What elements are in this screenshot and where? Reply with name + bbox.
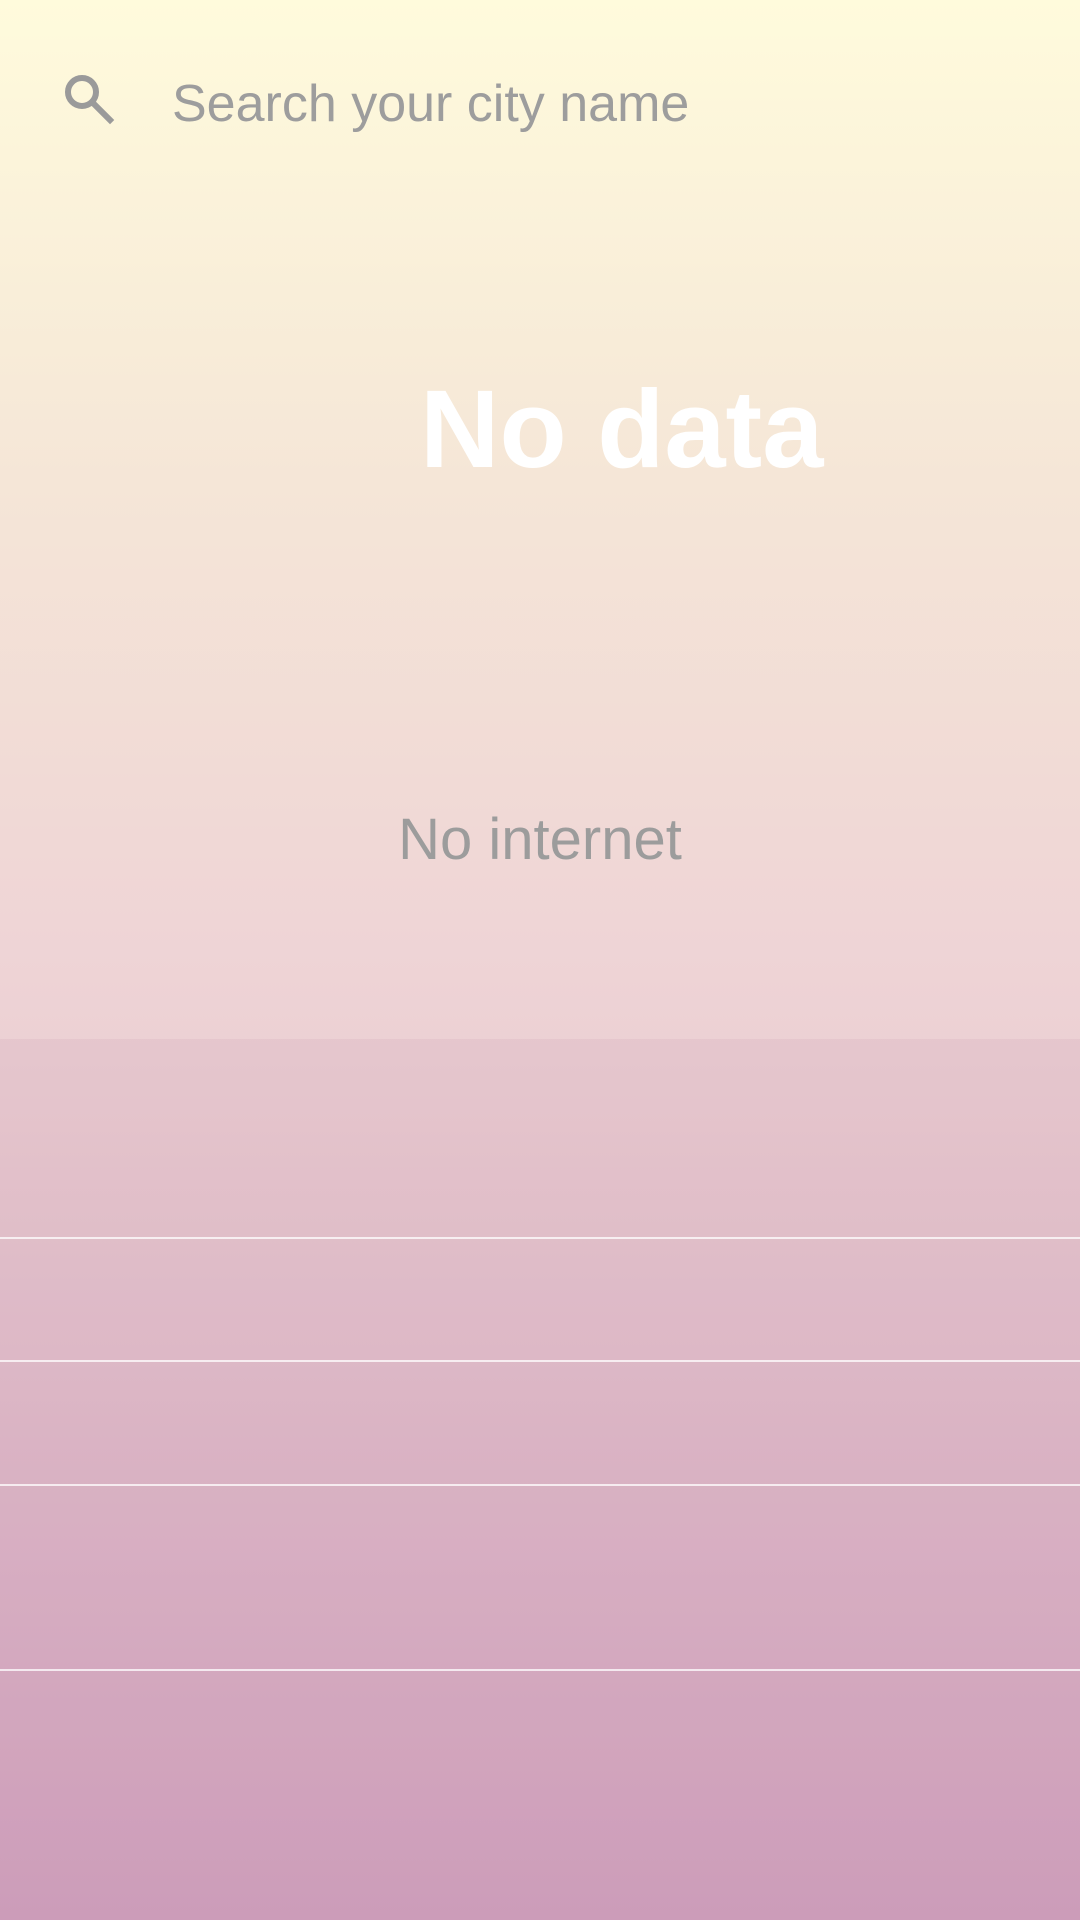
search-icon[interactable] bbox=[60, 70, 116, 126]
status-message: No internet bbox=[398, 807, 682, 872]
weather-screen: No data No internet bbox=[0, 0, 1080, 1920]
forecast-panel bbox=[0, 1039, 1080, 1920]
forecast-row bbox=[0, 1039, 1080, 1239]
search-bar bbox=[0, 40, 1080, 160]
forecast-row bbox=[0, 1239, 1080, 1362]
forecast-row bbox=[0, 1671, 1080, 1920]
forecast-row bbox=[0, 1486, 1080, 1671]
page-title: No data bbox=[420, 368, 824, 491]
forecast-row bbox=[0, 1362, 1080, 1486]
search-input[interactable] bbox=[172, 64, 1032, 144]
